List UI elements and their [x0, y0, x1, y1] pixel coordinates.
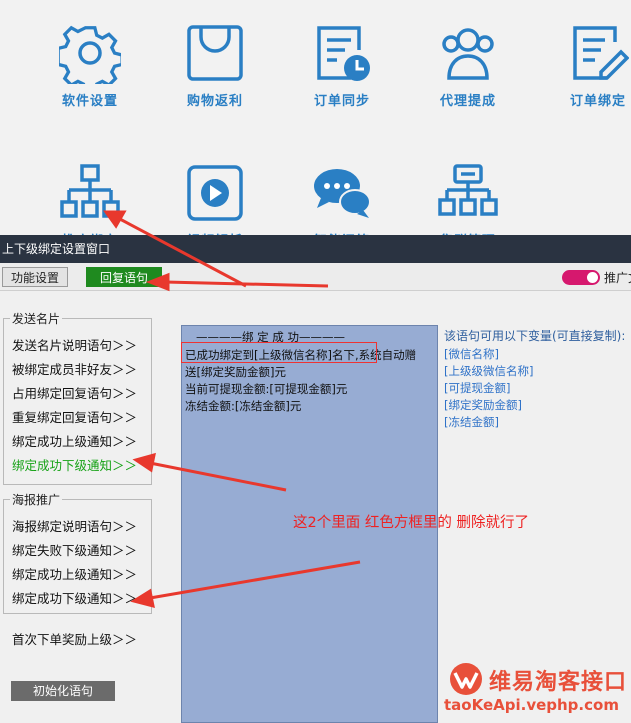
- tab-function-settings[interactable]: 功能设置: [2, 267, 69, 287]
- menu-first-order-reward[interactable]: 首次下单奖励上级＞＞: [12, 629, 137, 648]
- init-statements-button[interactable]: 初始化语句: [11, 681, 115, 701]
- variable-item[interactable]: [可提现金额]: [444, 380, 510, 396]
- variables-title: 该语句可用以下变量(可直接复制):: [444, 329, 626, 343]
- tile-shopping-rebate[interactable]: 购物返利: [160, 22, 270, 109]
- group-title: 海报推广: [10, 491, 63, 508]
- tile-label: 订单同步: [313, 94, 370, 109]
- order-clock-icon: [317, 26, 370, 81]
- chat-icon: [314, 169, 371, 218]
- users-icon: [442, 28, 494, 80]
- screen: 软件设置 购物返利 订单同步 代理提成 订单绑定 上下级绑定设置窗口 功能设置 …: [0, 0, 631, 723]
- toggle-knob: [587, 272, 598, 283]
- tile-label: 代理提成: [439, 94, 496, 109]
- menu-card-intro[interactable]: 发送名片说明语句＞＞: [12, 335, 137, 354]
- tile-label: 订单绑定: [569, 94, 626, 109]
- promo-toggle[interactable]: [562, 270, 600, 285]
- menu-repeat-reply[interactable]: 重复绑定回复语句＞＞: [12, 407, 137, 426]
- menu-not-friend[interactable]: 被绑定成员非好友＞＞: [12, 359, 137, 378]
- menu-success-lower-selected[interactable]: 绑定成功下级通知＞＞: [12, 455, 137, 474]
- editor-line: 冻结金额:[冻结金额]元: [185, 399, 302, 413]
- menu-poster-success-upper[interactable]: 绑定成功上级通知＞＞: [12, 564, 137, 583]
- editor-line: 当前可提现金额:[可提现金额]元: [185, 382, 348, 396]
- annotation-note: 这2个里面 红色方框里的 删除就行了: [293, 515, 529, 531]
- gear-icon: [59, 25, 121, 84]
- shopping-bag-icon: [187, 25, 243, 81]
- cluster-icon: [438, 164, 498, 216]
- logo-mark-icon: [450, 663, 482, 695]
- org-chart-icon: [60, 164, 120, 218]
- group-title: 发送名片: [10, 310, 63, 327]
- tile-label: 软件设置: [61, 94, 118, 109]
- logo-name: 维易淘客接口: [489, 670, 628, 695]
- window-title: 上下级绑定设置窗口: [0, 235, 631, 263]
- variable-item[interactable]: [上级级微信名称]: [444, 363, 533, 379]
- tile-label: 购物返利: [186, 94, 243, 109]
- variable-item[interactable]: [绑定奖励金额]: [444, 397, 522, 413]
- tile-order-sync[interactable]: 订单同步: [287, 22, 397, 109]
- menu-poster-intro[interactable]: 海报绑定说明语句＞＞: [12, 516, 137, 535]
- menu-poster-success-lower[interactable]: 绑定成功下级通知＞＞: [12, 588, 137, 607]
- tab-reply-statements[interactable]: 回复语句: [86, 267, 162, 287]
- play-icon: [187, 165, 243, 221]
- tile-order-binding[interactable]: 订单绑定: [543, 22, 631, 109]
- tab-bar: 功能设置 回复语句 推广文: [0, 263, 631, 291]
- tile-software-settings[interactable]: 软件设置: [35, 22, 145, 109]
- tile-agent-commission[interactable]: 代理提成: [413, 22, 523, 109]
- watermark-logo: 维易淘客接口 taoKeApi.vephp.com: [444, 662, 631, 722]
- menu-occupied-reply[interactable]: 占用绑定回复语句＞＞: [12, 383, 137, 402]
- variable-item[interactable]: [冻结金额]: [444, 414, 499, 430]
- document-edit-icon: [573, 26, 629, 80]
- menu-success-upper[interactable]: 绑定成功上级通知＞＞: [12, 431, 137, 450]
- variable-item[interactable]: [微信名称]: [444, 346, 499, 362]
- promo-toggle-label: 推广文: [604, 271, 631, 285]
- highlight-box: [181, 342, 377, 363]
- editor-line: 送[绑定奖励金额]元: [185, 365, 286, 379]
- logo-url: taoKeApi.vephp.com: [444, 696, 619, 714]
- menu-fail-lower[interactable]: 绑定失败下级通知＞＞: [12, 540, 137, 559]
